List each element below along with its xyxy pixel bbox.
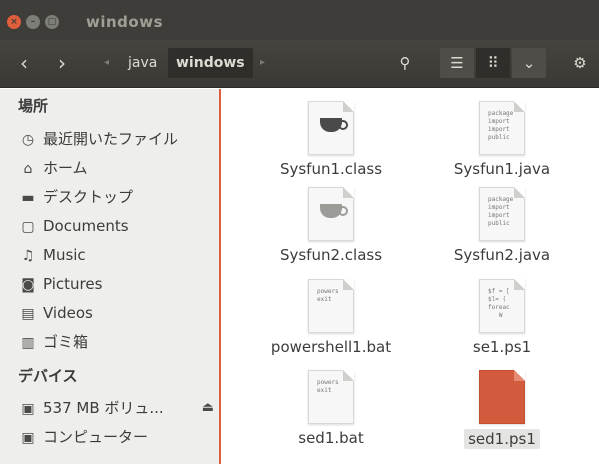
- file-name: Sysfun1.java: [453, 160, 551, 178]
- window-title: windows: [86, 13, 164, 31]
- sidebar-item-desktop[interactable]: ▬ デスクトップ: [18, 184, 216, 210]
- folder-icon: ▬: [21, 190, 35, 206]
- sidebar-item-label: 537 MB ボリュ...: [43, 399, 164, 417]
- computer-icon: ▣: [21, 430, 35, 446]
- chevron-down-icon: ⌄: [522, 54, 536, 72]
- breadcrumb-windows[interactable]: windows: [168, 48, 253, 78]
- class-file-icon: [308, 187, 354, 241]
- search-icon: ⚲: [399, 54, 411, 72]
- film-icon: ▤: [21, 306, 35, 322]
- file-thumbnail-text: $f = [ $l= ( foreac W: [488, 288, 510, 319]
- trash-icon: ▥: [21, 335, 35, 351]
- camera-icon: ◙: [21, 277, 35, 293]
- gear-icon: ⚙: [573, 54, 587, 72]
- file-item[interactable]: powers exit sed1.bat: [256, 370, 406, 447]
- class-file-icon: [308, 101, 354, 155]
- back-button[interactable]: ‹: [6, 48, 42, 78]
- sidebar-item-videos[interactable]: ▤ Videos: [18, 300, 216, 326]
- sidebar-item-recent[interactable]: ◷ 最近開いたファイル: [18, 126, 216, 152]
- sidebar-item-home[interactable]: ⌂ ホーム: [18, 155, 216, 181]
- sidebar-item-documents[interactable]: ▢ Documents: [18, 213, 216, 239]
- sidebar-item-label: Music: [43, 246, 86, 264]
- file-item[interactable]: Sysfun1.class: [256, 101, 406, 178]
- search-button[interactable]: ⚲: [388, 48, 422, 78]
- grid-icon: ⠿: [487, 54, 499, 72]
- file-view[interactable]: Sysfun1.class package import import publ…: [223, 89, 599, 464]
- title-bar: × – □ windows: [0, 0, 599, 40]
- file-item[interactable]: powers exit powershell1.bat: [256, 279, 406, 356]
- eject-icon[interactable]: ⏏: [202, 395, 214, 421]
- view-options-button[interactable]: ⌄: [512, 48, 546, 78]
- bat-file-icon: powers exit: [308, 370, 354, 424]
- sidebar-item-volume[interactable]: ▣ 537 MB ボリュ... ⏏: [18, 395, 216, 421]
- places-header: 場所: [18, 97, 49, 115]
- breadcrumb-scroll-left-icon[interactable]: ◂: [104, 53, 109, 73]
- document-icon: ▢: [21, 219, 35, 235]
- devices-header: デバイス: [18, 367, 78, 385]
- breadcrumb-java[interactable]: java: [120, 48, 165, 78]
- home-icon: ⌂: [23, 161, 33, 177]
- file-item-selected[interactable]: sed1.ps1: [427, 370, 577, 449]
- sidebar-item-label: ホーム: [43, 159, 88, 177]
- file-thumbnail-text: package import import public: [488, 110, 514, 141]
- file-thumbnail-text: package import import public: [488, 196, 514, 227]
- breadcrumb-scroll-right-icon[interactable]: ▸: [260, 53, 265, 73]
- sidebar-item-pictures[interactable]: ◙ Pictures: [18, 271, 216, 297]
- sidebar: 場所 ◷ 最近開いたファイル ⌂ ホーム ▬ デスクトップ ▢ Documents ♫ M…: [0, 89, 221, 464]
- chevron-right-icon: ›: [58, 51, 66, 75]
- sidebar-item-music[interactable]: ♫ Music: [18, 242, 216, 268]
- file-thumbnail-text: powers exit: [317, 288, 339, 303]
- sidebar-item-label: ゴミ箱: [43, 333, 89, 351]
- file-name: Sysfun2.class: [279, 246, 383, 264]
- ps1-file-icon: [479, 370, 525, 424]
- file-name: Sysfun2.java: [453, 246, 551, 264]
- toolbar: ‹ › ◂ java windows ▸ ⚲ ☰ ⠿ ⌄ ⚙: [0, 40, 599, 88]
- list-icon: ☰: [450, 54, 464, 72]
- file-name: sed1.bat: [298, 429, 364, 447]
- sidebar-item-label: Documents: [43, 217, 129, 235]
- sidebar-item-computer[interactable]: ▣ コンピューター: [18, 424, 216, 450]
- chevron-left-icon: ‹: [20, 51, 28, 75]
- java-file-icon: package import import public: [479, 187, 525, 241]
- sidebar-item-label: コンピューター: [43, 428, 149, 446]
- file-item[interactable]: package import import public Sysfun2.jav…: [427, 187, 577, 264]
- music-icon: ♫: [21, 248, 35, 264]
- clock-icon: ◷: [21, 132, 35, 148]
- list-view-button[interactable]: ☰: [440, 48, 474, 78]
- file-name: powershell1.bat: [270, 338, 392, 356]
- ps1-file-icon: $f = [ $l= ( foreac W: [479, 279, 525, 333]
- file-item[interactable]: package import import public Sysfun1.jav…: [427, 101, 577, 178]
- maximize-window-button[interactable]: □: [45, 15, 59, 29]
- sidebar-item-label: Pictures: [43, 275, 103, 293]
- settings-button[interactable]: ⚙: [563, 48, 597, 78]
- file-item[interactable]: Sysfun2.class: [256, 187, 406, 264]
- file-name: Sysfun1.class: [279, 160, 383, 178]
- minimize-window-button[interactable]: –: [26, 15, 40, 29]
- file-name: se1.ps1: [472, 338, 532, 356]
- grid-view-button[interactable]: ⠿: [476, 48, 510, 78]
- file-item[interactable]: $f = [ $l= ( foreac W se1.ps1: [427, 279, 577, 356]
- bat-file-icon: powers exit: [308, 279, 354, 333]
- close-window-button[interactable]: ×: [7, 15, 21, 29]
- file-name: sed1.ps1: [464, 429, 540, 449]
- forward-button[interactable]: ›: [44, 48, 80, 78]
- java-file-icon: package import import public: [479, 101, 525, 155]
- drive-icon: ▣: [21, 401, 35, 417]
- sidebar-item-label: Videos: [43, 304, 93, 322]
- sidebar-item-label: 最近開いたファイル: [43, 130, 179, 148]
- file-thumbnail-text: powers exit: [317, 379, 339, 394]
- sidebar-item-trash[interactable]: ▥ ゴミ箱: [18, 329, 216, 355]
- sidebar-item-label: デスクトップ: [43, 188, 134, 206]
